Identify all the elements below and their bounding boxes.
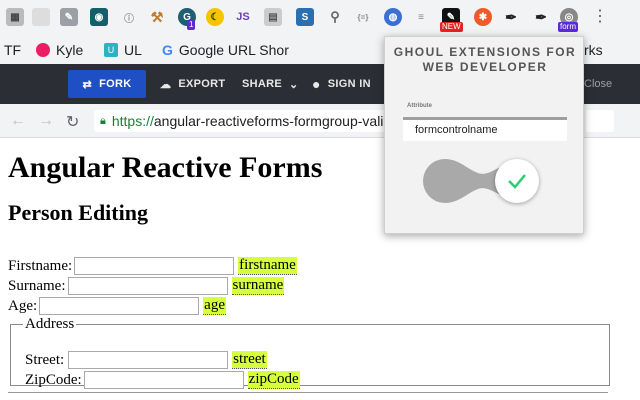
kyle-favicon-icon [36, 43, 50, 57]
divider [8, 392, 608, 393]
address-legend: Address [25, 316, 75, 332]
hammer-extension-icon[interactable]: ⚒ [148, 8, 166, 26]
bookmark-other[interactable]: rks [584, 40, 603, 60]
surname-tag: surname [231, 277, 285, 295]
firstname-row: Firstname: firstname [8, 257, 297, 275]
extensions-toolbar: ▦ ✎ ◉ ⓘ ⚒ G 1 ☾ JS ▤ S ⚲ {=} ◍ ≡ ✎ NEW ✱… [0, 0, 640, 36]
edit-extension-icon[interactable]: ✎ [60, 8, 78, 26]
bookmark-ul[interactable]: U UL [104, 40, 142, 60]
tool-extension-icon[interactable]: ⚲ [326, 8, 344, 26]
lock-icon: 🔒︎ [100, 114, 106, 127]
popup-title: GHOUL EXTENSIONS FOR WEB DEVELOPER [393, 45, 577, 74]
firstname-tag: firstname [238, 257, 297, 275]
world-extension-icon[interactable]: ◍ [384, 8, 402, 26]
check-icon [508, 174, 526, 189]
new-badge: NEW [440, 22, 463, 32]
code-extension-icon[interactable]: {=} [354, 8, 372, 26]
reload-icon[interactable]: ↻ [66, 112, 79, 132]
s-extension-icon[interactable]: S [296, 8, 314, 26]
firstname-input[interactable] [74, 257, 235, 275]
camera-extension-icon[interactable]: ◉ [90, 8, 108, 26]
shuffle-icon: ⇄ [82, 78, 93, 91]
pen2-extension-icon[interactable]: ✒ [532, 8, 550, 26]
zipcode-row: ZipCode: zipCode [25, 371, 300, 389]
url-text: https://angular-reactiveforms-formgroup-… [111, 113, 384, 129]
zipcode-tag: zipCode [247, 371, 300, 389]
info-extension-icon[interactable]: ⓘ [120, 8, 138, 26]
toggle-knob[interactable] [495, 159, 539, 203]
age-tag: age [203, 297, 226, 315]
sign-in-button[interactable]: ● SIGN IN [312, 70, 371, 98]
count-badge: 1 [187, 20, 196, 30]
bookmark-google-url-shortener[interactable]: G Google URL Shor [162, 40, 289, 60]
cloud-icon: ☁ [160, 78, 172, 91]
surname-row: Surname: surname [8, 277, 285, 295]
forward-icon[interactable]: → [38, 112, 54, 130]
age-input[interactable] [39, 297, 200, 315]
shield-extension-icon[interactable]: ✱ [474, 8, 492, 26]
ghoul-extension-popup: GHOUL EXTENSIONS FOR WEB DEVELOPER Attri… [384, 36, 584, 234]
attribute-label: Attribute [407, 103, 432, 109]
chevron-down-icon: ⌄ [289, 78, 299, 91]
address-fieldset: Address Street: street ZipCode: zipCode [10, 316, 610, 389]
google-favicon-icon: G [162, 42, 173, 58]
surname-input[interactable] [67, 277, 228, 295]
ul-favicon-icon: U [104, 43, 118, 57]
bookmark-kyle[interactable]: Kyle [36, 40, 83, 60]
street-input[interactable] [68, 351, 229, 369]
attribute-input[interactable]: formcontrolname [403, 117, 567, 141]
street-tag: street [232, 351, 267, 369]
street-row: Street: street [25, 351, 267, 369]
share-button[interactable]: SHARE ⌄ [242, 70, 299, 98]
bookmark-tf[interactable]: TF [4, 40, 21, 60]
fork-button[interactable]: ⇄ FORK [68, 70, 146, 98]
github-icon: ● [312, 76, 321, 92]
moon-extension-icon[interactable]: ☾ [206, 8, 224, 26]
form-badge: form [558, 22, 578, 32]
age-row: Age: age [8, 297, 226, 315]
export-button[interactable]: ☁ EXPORT [160, 70, 225, 98]
qr-extension-icon[interactable]: ▦ [6, 8, 24, 26]
address-bar-end [586, 110, 614, 132]
address-bar[interactable]: 🔒︎ https://angular-reactiveforms-formgro… [94, 110, 394, 132]
back-icon[interactable]: ← [10, 112, 26, 130]
pen-extension-icon[interactable]: ✒ [502, 8, 520, 26]
close-link[interactable]: Close [584, 78, 612, 90]
menu-kebab-icon[interactable]: ⋮ [592, 8, 608, 28]
list-extension-icon[interactable]: ≡ [412, 8, 430, 26]
grid-extension-icon[interactable]: ▤ [264, 8, 282, 26]
js-extension-icon[interactable]: JS [234, 8, 252, 26]
doc-extension-icon[interactable] [32, 8, 50, 26]
zipcode-input[interactable] [83, 371, 244, 389]
